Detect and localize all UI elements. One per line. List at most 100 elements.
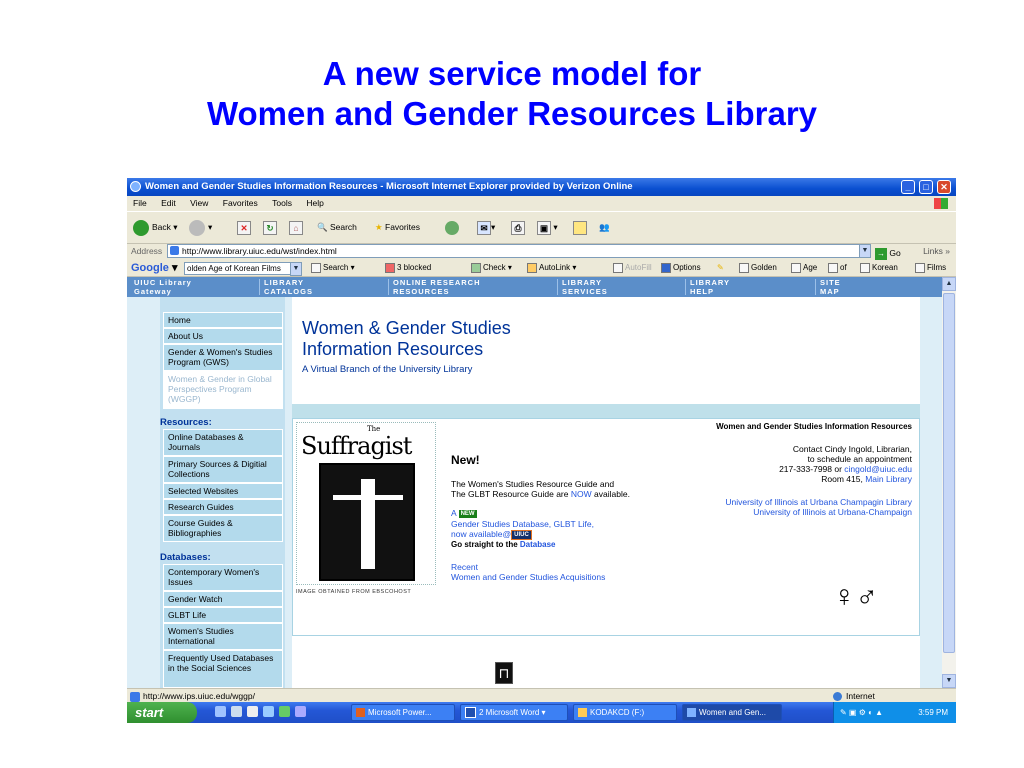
task-ie-window[interactable]: Women and Gen... (682, 704, 782, 721)
minimize-button[interactable]: _ (901, 180, 915, 194)
vertical-scrollbar[interactable]: ▲ ▼ (942, 277, 956, 688)
acquisitions-link[interactable]: Women and Gender Studies Acquisitions (451, 572, 605, 582)
sidebar-item-gws[interactable]: Gender & Women's Studies Program (GWS) (163, 344, 283, 371)
sidebar-item-selected-websites[interactable]: Selected Websites (163, 483, 283, 499)
tray-icons[interactable]: ✎ ▣ ⚙ ◐ ▲ (840, 702, 883, 723)
highlight-button[interactable]: ✎ (717, 260, 724, 276)
email-link[interactable]: cingold@uiuc.edu (844, 464, 912, 474)
nav-separator (685, 279, 686, 295)
options-button[interactable]: Options (661, 260, 701, 276)
home-icon: ⌂ (289, 220, 303, 235)
menu-help[interactable]: Help (306, 196, 323, 211)
search-button[interactable]: 🔍 Search (317, 219, 357, 235)
menu-favorites[interactable]: Favorites (223, 196, 258, 211)
sidebar-item-primary-sources[interactable]: Primary Sources & Digitial Collections (163, 456, 283, 483)
menu-tools[interactable]: Tools (272, 196, 292, 211)
task-kodakcd[interactable]: KODAKCD (F:) (573, 704, 677, 721)
menu-view[interactable]: View (190, 196, 208, 211)
bookmark-icon[interactable]: ⊓ (495, 662, 513, 684)
quicklaunch-outlook-icon[interactable] (231, 706, 242, 717)
sidebar-item-womens-studies-intl[interactable]: Women's Studies International (163, 623, 283, 650)
autolink-button[interactable]: AutoLink ▾ (527, 260, 576, 276)
autofill-icon (613, 262, 623, 273)
mail-button[interactable]: ✉ ▾ (477, 219, 495, 235)
edit-button[interactable]: ▣ ▾ (537, 219, 558, 235)
sidebar-item-research-guides[interactable]: Research Guides (163, 499, 283, 515)
forward-button[interactable]: ▾ (189, 219, 212, 236)
quicklaunch-extra-icon[interactable] (295, 706, 306, 717)
gender-studies-db-link[interactable]: Gender Studies Database, GLBT Life, (451, 519, 594, 529)
nav-library-catalogs[interactable]: LIBRARY CATALOGS (264, 278, 313, 296)
history-icon (445, 220, 459, 235)
sidebar-item-about-us[interactable]: About Us (163, 328, 283, 344)
back-button[interactable]: Back ▾ (133, 219, 178, 236)
task-word[interactable]: 2 Microsoft Word ▾ (460, 704, 568, 721)
word-korean[interactable]: Korean (860, 260, 898, 276)
close-button[interactable]: ✕ (937, 180, 951, 194)
discuss-button[interactable] (573, 219, 587, 235)
standard-toolbar: Back ▾ ▾ ✕ ↻ ⌂ 🔍 Search ★ Favorites ✉ ▾ ⎙ (127, 211, 956, 244)
page-icon (130, 691, 140, 702)
start-button[interactable]: start (127, 702, 197, 723)
task-powerpoint[interactable]: Microsoft Power... (351, 704, 455, 721)
sidebar-item-contemporary-womens-issues[interactable]: Contemporary Women's Issues (163, 564, 283, 591)
uiuc-library-link[interactable]: University of Illinois at Urbana Champag… (725, 497, 912, 507)
google-query-dropdown[interactable]: ▼ (290, 262, 302, 276)
google-logo[interactable]: Google ▾ (131, 260, 177, 276)
forward-arrow-icon (189, 219, 205, 236)
sidebar-item-gender-watch[interactable]: Gender Watch (163, 591, 283, 607)
nav-library-services[interactable]: LIBRARY SERVICES (562, 278, 608, 296)
web-page: UIUC Library Gateway LIBRARY CATALOGS ONLI… (127, 277, 942, 688)
autofill-button[interactable]: AutoFill (613, 260, 652, 276)
quicklaunch-messenger-icon[interactable] (279, 706, 290, 717)
star-icon: ★ (375, 222, 383, 232)
sidebar-item-home[interactable]: Home (163, 312, 283, 328)
nav-library-help[interactable]: LIBRARY HELP (690, 278, 730, 296)
messenger-button[interactable]: 👥 (599, 219, 610, 235)
word-age[interactable]: Age (791, 260, 817, 276)
spell-check-button[interactable]: Check ▾ (471, 260, 512, 276)
refresh-button[interactable]: ↻ (263, 219, 277, 235)
window-title: Women and Gender Studies Information Res… (145, 181, 633, 192)
home-button[interactable]: ⌂ (289, 219, 303, 235)
quicklaunch-media-icon[interactable] (263, 706, 274, 717)
google-search-input[interactable]: olden Age of Korean Films (184, 262, 302, 275)
word-films[interactable]: Films (915, 260, 946, 276)
quicklaunch-desktop-icon[interactable] (247, 706, 258, 717)
maximize-button[interactable]: □ (919, 180, 933, 194)
favorites-button[interactable]: ★ Favorites (375, 219, 420, 235)
recent-link[interactable]: Recent (451, 562, 478, 572)
scroll-thumb[interactable] (943, 293, 955, 653)
print-button[interactable]: ⎙ (511, 219, 525, 235)
quicklaunch-ie-icon[interactable] (215, 706, 226, 717)
sidebar-item-frequently-used[interactable]: Frequently Used Databases in the Social … (163, 650, 283, 688)
uiuc-link[interactable]: University of Illinois at Urbana-Champai… (753, 507, 912, 517)
cover-illustration (319, 463, 415, 581)
word-golden[interactable]: Golden (739, 260, 777, 276)
google-search-button[interactable]: Search ▾ (311, 260, 355, 276)
menu-file[interactable]: File (133, 196, 147, 211)
nav-site-map[interactable]: SITE MAP (820, 278, 841, 296)
sidebar-item-online-databases[interactable]: Online Databases & Journals (163, 429, 283, 456)
now-link[interactable]: NOW (571, 489, 592, 499)
sidebar-item-glbt-life[interactable]: GLBT Life (163, 607, 283, 623)
database-link[interactable]: Database (520, 540, 556, 549)
word-of[interactable]: of (828, 260, 847, 276)
address-dropdown[interactable]: ▼ (859, 244, 871, 258)
links-button[interactable]: Links » (923, 242, 950, 260)
sidebar-item-course-guides[interactable]: Course Guides & Bibliographies (163, 515, 283, 542)
google-toolbar: Google ▾ olden Age of Korean Films ▼ Sea… (127, 260, 956, 277)
slide-title-line2: Women and Gender Resources Library (206, 95, 818, 132)
stop-button[interactable]: ✕ (237, 219, 251, 235)
scroll-down-icon[interactable]: ▼ (942, 674, 956, 688)
nav-online-research[interactable]: ONLINE RESEARCH RESOURCES (393, 278, 481, 296)
nav-uiuc-gateway[interactable]: UIUC Library Gateway (134, 278, 192, 296)
now-available-link[interactable]: now available@ UIUC (451, 529, 532, 540)
history-button[interactable] (445, 219, 462, 235)
address-input[interactable]: http://www.library.uiuc.edu/wst/index.ht… (167, 244, 871, 258)
scroll-up-icon[interactable]: ▲ (942, 277, 956, 291)
popup-blocker-button[interactable]: 3 blocked (385, 260, 431, 276)
sidebar-item-wggp[interactable]: Women & Gender in Global Perspectives Pr… (163, 371, 283, 409)
menu-edit[interactable]: Edit (161, 196, 176, 211)
main-library-link[interactable]: Main Library (865, 474, 912, 484)
